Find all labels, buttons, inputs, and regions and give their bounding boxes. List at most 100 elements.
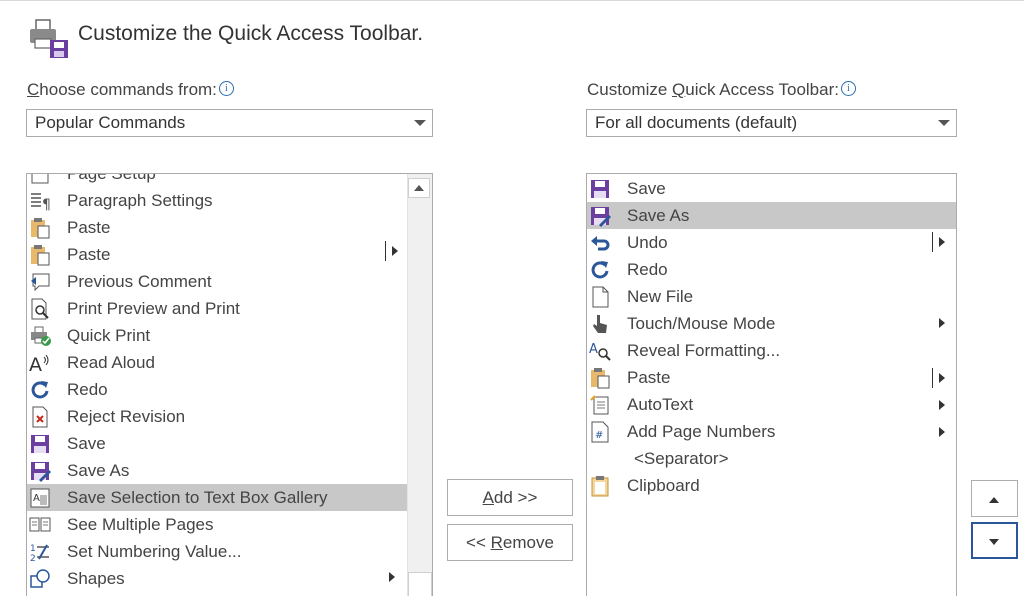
list-item-label: Undo [627,233,668,252]
autotext-icon [589,394,611,416]
shapes-icon [29,568,51,590]
paste-icon [589,367,611,389]
chevron-right-icon[interactable] [939,427,945,437]
list-item-label: Save Selection to Text Box Gallery [67,488,328,507]
list-item[interactable]: Undo [587,229,956,256]
list-item[interactable]: Reject Revision [27,403,407,430]
list-item[interactable]: See Multiple Pages [27,511,407,538]
redo-icon [29,379,51,401]
split-divider [932,232,933,252]
choose-commands-label: Choose commands from: i [27,80,234,100]
move-up-icon [989,497,999,503]
svg-text:1: 1 [30,544,36,554]
chevron-right-icon[interactable] [392,246,398,256]
list-item-label: Save [627,179,666,198]
list-item-label: Save [67,434,106,453]
list-item[interactable]: # Add Page Numbers [587,418,956,445]
remove-button-accesskey: R [490,533,503,552]
scroll-up-icon [414,185,424,191]
list-item-label: Shapes [67,569,125,588]
chevron-down-icon[interactable] [938,120,950,126]
split-divider [385,241,386,261]
list-item[interactable]: Redo [27,376,407,403]
list-item[interactable]: <Separator> [587,445,956,472]
info-icon[interactable]: i [840,81,856,96]
list-item[interactable]: Save [27,430,407,457]
remove-button-label: emove [502,533,554,552]
chevron-right-icon[interactable] [389,572,395,582]
chevron-right-icon[interactable] [939,373,945,383]
split-divider [932,368,933,388]
customize-toolbar-label: Customize Quick Access Toolbar: i [587,80,856,100]
add-button[interactable]: Add >> [447,479,573,516]
list-item[interactable]: A Reveal Formatting... [587,337,956,364]
redo-icon [589,259,611,281]
save-icon [29,433,51,455]
multiple-pages-icon [29,514,51,536]
quick-print-icon [29,325,51,347]
page-numbers-icon: # [589,421,611,443]
customize-scope-value: For all documents (default) [595,113,798,132]
list-item[interactable]: Paste [27,214,407,241]
list-item-label: See Multiple Pages [67,515,214,534]
list-item[interactable]: Page Setup [27,174,407,187]
list-item[interactable]: 1 2 Set Numbering Value... [27,538,407,565]
list-item-label: Paste [627,368,671,387]
list-item[interactable]: AutoText [587,391,956,418]
list-item[interactable]: A Read Aloud [27,349,407,376]
list-item-label: Clipboard [627,476,700,495]
move-up-button[interactable] [971,480,1018,517]
list-item-label: <Separator> [634,449,729,468]
page-title: Customize the Quick Access Toolbar. [78,22,424,45]
customize-scope-dropdown[interactable]: For all documents (default) [586,109,957,137]
move-down-button[interactable] [971,522,1018,559]
list-item[interactable]: Clipboard [587,472,956,499]
list-item[interactable]: Paste [587,364,956,391]
list-item-label: Quick Print [67,326,151,345]
read-aloud-icon: A [29,352,51,376]
list-item[interactable]: Save As [587,202,956,229]
scroll-up-button[interactable] [408,178,430,198]
list-item[interactable]: Save As [27,457,407,484]
add-button-label: dd >> [493,488,538,507]
list-item[interactable]: Paste [27,241,407,268]
new-file-icon [589,286,611,308]
undo-icon [589,232,611,254]
svg-text:A: A [33,493,40,504]
print-preview-icon [29,298,51,320]
choose-commands-label-accesskey: C [27,80,40,99]
quick-print-header-icon [26,16,70,60]
paragraph-settings-icon: ¶ [29,190,51,213]
chevron-right-icon[interactable] [939,237,945,247]
choose-commands-dropdown[interactable]: Popular Commands [26,109,433,137]
info-icon[interactable]: i [218,81,234,96]
chevron-down-icon[interactable] [414,120,426,126]
chevron-right-icon[interactable] [939,318,945,328]
list-item[interactable]: Shapes [27,565,407,592]
svg-text:A: A [589,342,598,357]
save-as-icon [29,460,51,482]
commands-list-scrollbar[interactable] [407,174,432,596]
scroll-down-button[interactable] [408,572,432,596]
list-item-label: Redo [67,380,108,399]
chevron-right-icon[interactable] [939,400,945,410]
list-item[interactable]: Touch/Mouse Mode [587,310,956,337]
list-item[interactable]: Print Preview and Print [27,295,407,322]
list-item-label: Save As [627,206,690,225]
list-item-label: Print Preview and Print [67,299,240,318]
list-item[interactable]: Previous Comment [27,268,407,295]
remove-button[interactable]: << Remove [447,524,573,561]
list-item[interactable]: Quick Print [27,322,407,349]
move-down-icon [989,539,999,545]
toolbar-commands-list[interactable]: Save Save As Undo Redo New File Touch/Mouse M… [586,173,957,596]
list-item[interactable]: Redo [587,256,956,283]
list-item-label: Paragraph Settings [67,191,213,210]
list-item[interactable]: Save [587,175,956,202]
list-item[interactable]: New File [587,283,956,310]
commands-list[interactable]: Page Setup ¶ Paragraph Settings Paste Paste P… [26,173,433,596]
list-item-label: New File [627,287,694,306]
list-item-label: Save As [67,461,130,480]
list-item-label: Read Aloud [67,353,155,372]
list-item[interactable]: ¶ Paragraph Settings [27,187,407,214]
list-item[interactable]: A Save Selection to Text Box Gallery [27,484,407,511]
